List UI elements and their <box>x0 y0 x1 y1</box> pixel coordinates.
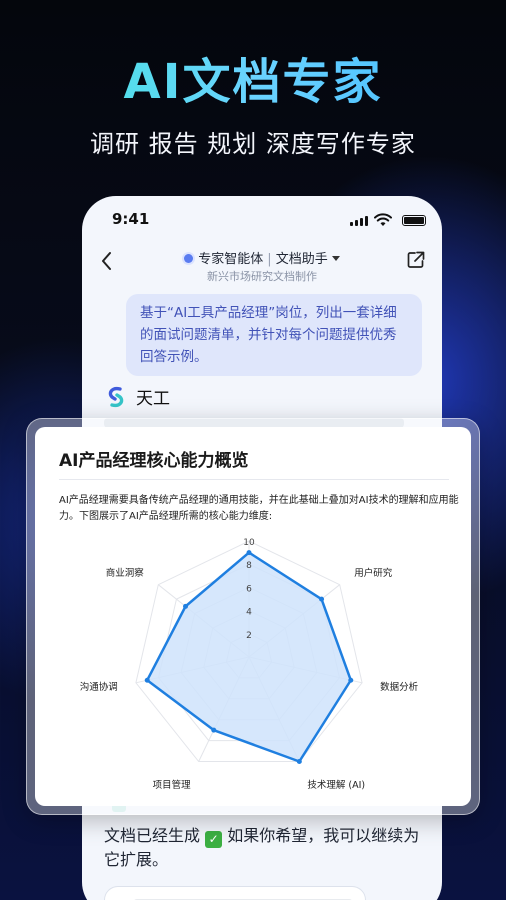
suggestion-pill[interactable] <box>104 886 366 900</box>
radar-category-label: 沟通协调 <box>80 681 118 693</box>
radar-point <box>246 550 252 556</box>
card-description: AI产品经理需要具备传统产品经理的通用技能，并在此基础上叠加对AI技术的理解和应… <box>59 495 459 522</box>
radar-point <box>183 603 189 609</box>
status-bar: 9:41 <box>82 210 442 232</box>
radar-category-label: 技术理解 (AI) <box>307 779 365 791</box>
assistant-header: 天工 <box>104 384 170 409</box>
nav-subtitle: 新兴市场研究文档制作 <box>207 270 317 283</box>
card-title: AI产品经理核心能力概览 <box>59 451 249 471</box>
document-card: AI产品经理核心能力概览 AI产品经理需要具备传统产品经理的通用技能，并在此基础… <box>26 418 480 815</box>
doc-label: 文档助手 <box>275 252 328 267</box>
radar-point <box>319 596 325 602</box>
radar-tick-label: 6 <box>246 584 252 594</box>
status-time: 9:41 <box>112 210 150 228</box>
check-mark-icon: ✓ <box>205 831 223 848</box>
radar-chart: 246810产品设计用户研究数据分析技术理解 (AI)项目管理沟通协调商业洞察 <box>80 523 419 791</box>
radar-category-label: 项目管理 <box>153 779 192 791</box>
chevron-down-icon <box>331 256 340 261</box>
assistant-reply: 文档已经生成 ✓ 如果你希望，我可以继续为它扩展。 <box>104 824 424 872</box>
document-card-body: AI产品经理核心能力概览 AI产品经理需要具备传统产品经理的通用技能，并在此基础… <box>35 427 471 806</box>
radar-tick-label: 8 <box>246 561 252 571</box>
signal-icon <box>350 216 368 226</box>
radar-point <box>296 759 302 765</box>
radar-point <box>211 727 217 733</box>
share-icon[interactable] <box>406 250 426 270</box>
radar-category-label: 数据分析 <box>380 681 419 693</box>
user-message-bubble: 基于“AI工具产品经理”岗位，列出一套详细的面试问题清单，并针对每个问题提供优秀… <box>126 294 422 376</box>
agent-dot-icon <box>184 254 194 263</box>
hero-subtitle: 调研 报告 规划 深度写作专家 <box>90 130 416 158</box>
radar-tick-label: 10 <box>243 538 255 548</box>
radar-point <box>348 677 354 683</box>
wifi-icon <box>374 213 392 226</box>
nav-bar: 专家智能体 | 文档助手 新兴市场研究文档制作 <box>82 242 442 286</box>
agent-label: 专家智能体 <box>198 252 264 267</box>
radar-category-label: 商业洞察 <box>106 567 145 579</box>
battery-icon <box>402 215 426 226</box>
reply-text-before: 文档已经生成 <box>104 826 201 845</box>
assistant-name: 天工 <box>136 389 170 409</box>
nav-title[interactable]: 专家智能体 | 文档助手 <box>82 248 442 267</box>
hero-title: AI文档专家 <box>0 42 506 112</box>
divider <box>59 479 449 480</box>
radar-tick-label: 2 <box>246 631 252 641</box>
radar-point <box>144 677 150 683</box>
radar-category-label: 用户研究 <box>354 567 393 579</box>
radar-tick-label: 4 <box>246 608 252 618</box>
tiangong-logo-icon <box>108 386 124 407</box>
